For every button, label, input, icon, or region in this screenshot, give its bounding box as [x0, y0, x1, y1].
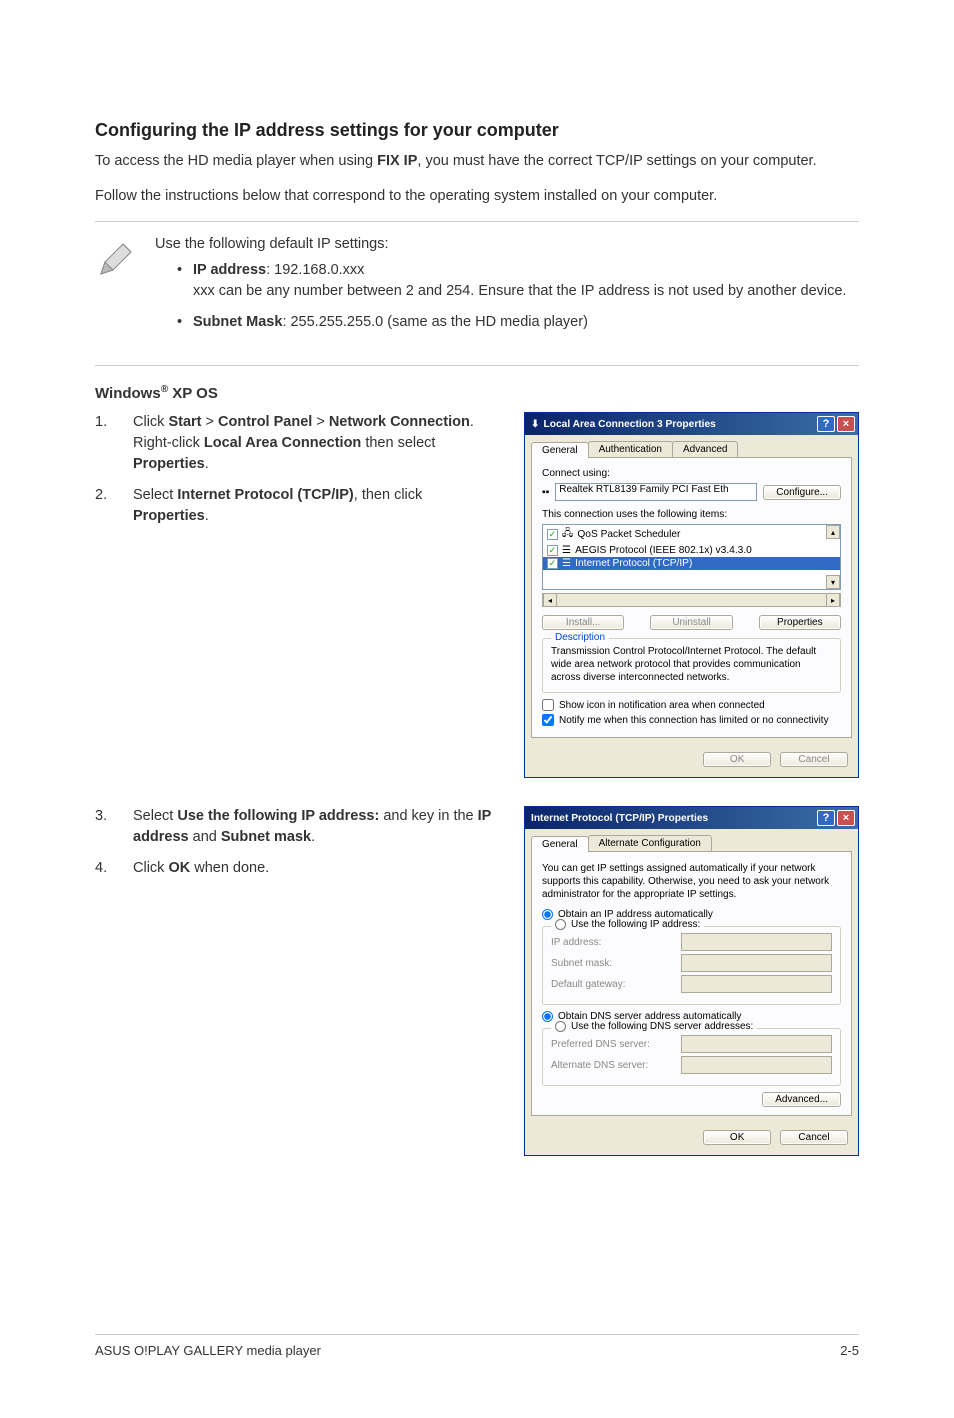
adapter-icon: ▪▪ [542, 487, 549, 498]
scroll-down-icon[interactable]: ▾ [826, 575, 840, 589]
step-4: 4. Click OK when done. [95, 858, 496, 879]
use-following-ip-radio[interactable] [555, 919, 566, 930]
ip-address-input[interactable] [681, 933, 832, 951]
install-button[interactable]: Install... [542, 615, 624, 630]
note-ip-item: IP address: 192.168.0.xxx xxx can be any… [177, 260, 859, 302]
page-footer: ASUS O!PLAY GALLERY media player 2-5 [95, 1334, 859, 1358]
tcpip-description: You can get IP settings assigned automat… [542, 862, 841, 901]
help-button[interactable]: ? [817, 810, 835, 826]
close-button[interactable]: × [837, 416, 855, 432]
scroll-up-icon[interactable]: ▴ [826, 525, 840, 539]
tab-alternate-config[interactable]: Alternate Configuration [588, 835, 712, 851]
items-label: This connection uses the following items… [542, 509, 841, 520]
scroll-right-icon[interactable]: ▸ [826, 593, 840, 607]
advanced-button[interactable]: Advanced... [762, 1092, 841, 1107]
subnet-mask-label: Subnet mask: [551, 958, 681, 969]
gateway-input[interactable] [681, 975, 832, 993]
help-button[interactable]: ? [817, 416, 835, 432]
subnet-mask-input[interactable] [681, 954, 832, 972]
ok-button[interactable]: OK [703, 1130, 771, 1145]
tcpip-properties-dialog: Internet Protocol (TCP/IP) Properties ? … [524, 806, 859, 1156]
configure-button[interactable]: Configure... [763, 485, 841, 500]
connect-using-label: Connect using: [542, 468, 841, 479]
intro-paragraph-2: Follow the instructions below that corre… [95, 186, 859, 207]
use-following-dns-radio[interactable] [555, 1021, 566, 1032]
divider [95, 221, 859, 222]
dialog-title: Local Area Connection 3 Properties [544, 419, 815, 430]
note-block: Use the following default IP settings: I… [95, 236, 859, 343]
ok-button[interactable]: OK [703, 752, 771, 767]
connection-properties-dialog: ⬇ Local Area Connection 3 Properties ? ×… [524, 412, 859, 778]
cancel-button[interactable]: Cancel [780, 752, 848, 767]
description-text: Transmission Control Protocol/Internet P… [551, 645, 832, 684]
preferred-dns-label: Preferred DNS server: [551, 1039, 681, 1050]
adapter-field[interactable]: Realtek RTL8139 Family PCI Fast Eth [555, 483, 757, 501]
close-button[interactable]: × [837, 810, 855, 826]
gateway-label: Default gateway: [551, 979, 681, 990]
cancel-button[interactable]: Cancel [780, 1130, 848, 1145]
footer-page-number: 2-5 [840, 1343, 859, 1358]
window-icon: ⬇ [531, 419, 540, 430]
footer-product: ASUS O!PLAY GALLERY media player [95, 1343, 321, 1358]
protocol-icon: ☰ [562, 545, 571, 556]
alternate-dns-label: Alternate DNS server: [551, 1060, 681, 1071]
protocol-icon: ☰ [562, 558, 571, 569]
horizontal-scrollbar[interactable]: ◂ ▸ [542, 593, 841, 607]
description-label: Description [551, 632, 609, 643]
os-header: Windows® XP OS [95, 384, 859, 402]
intro-paragraph-1: To access the HD media player when using… [95, 151, 859, 172]
alternate-dns-input[interactable] [681, 1056, 832, 1074]
divider [95, 365, 859, 366]
step-3: 3. Select Use the following IP address: … [95, 806, 496, 848]
network-icon: 🖧 [562, 526, 573, 543]
properties-button[interactable]: Properties [759, 615, 841, 630]
dialog-title: Internet Protocol (TCP/IP) Properties [531, 813, 815, 824]
page-title: Configuring the IP address settings for … [95, 120, 859, 141]
note-lead: Use the following default IP settings: [155, 236, 859, 252]
note-mask-item: Subnet Mask: 255.255.255.0 (same as the … [177, 312, 859, 333]
tab-authentication[interactable]: Authentication [588, 441, 673, 457]
scroll-left-icon[interactable]: ◂ [543, 593, 557, 607]
tab-advanced[interactable]: Advanced [672, 441, 738, 457]
tab-general[interactable]: General [531, 442, 589, 458]
pencil-icon [95, 236, 137, 343]
preferred-dns-input[interactable] [681, 1035, 832, 1053]
notify-checkbox[interactable] [542, 714, 554, 726]
tab-general[interactable]: General [531, 836, 589, 852]
items-listbox[interactable]: ✓🖧QoS Packet Scheduler ✓☰AEGIS Protocol … [542, 524, 841, 590]
show-icon-checkbox[interactable] [542, 699, 554, 711]
uninstall-button[interactable]: Uninstall [650, 615, 732, 630]
ip-address-label: IP address: [551, 937, 681, 948]
step-1: 1. Click Start > Control Panel > Network… [95, 412, 496, 475]
step-2: 2. Select Internet Protocol (TCP/IP), th… [95, 485, 496, 527]
